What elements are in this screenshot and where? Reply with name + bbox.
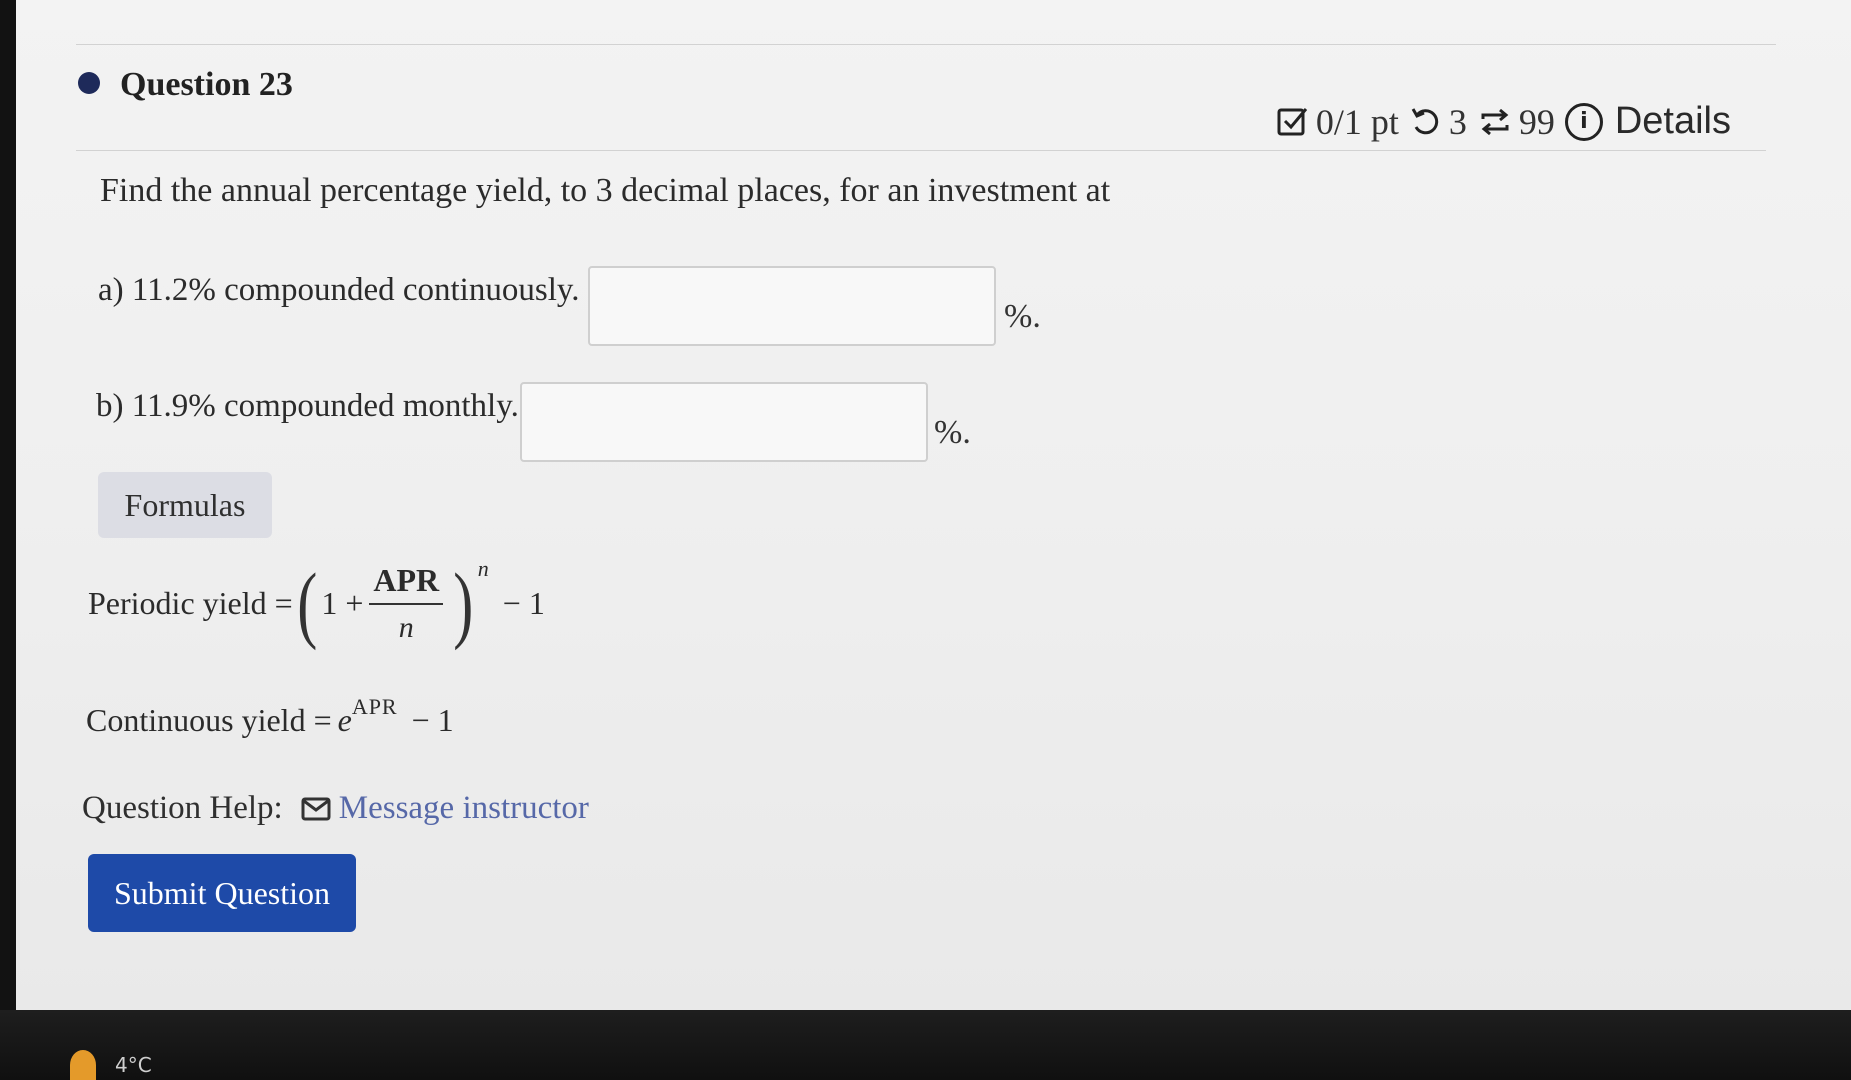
part-b-percent-suffix: %. (934, 414, 971, 451)
versions-count: 99 (1518, 101, 1555, 142)
weather-temperature[interactable]: 4°C (115, 1053, 152, 1077)
left-paren: ( (296, 555, 318, 651)
part-a-answer-input[interactable] (588, 266, 996, 346)
checkbox-edit-icon (1276, 105, 1310, 139)
part-a-label: a) 11.2% compounded continuously. (98, 272, 580, 308)
part-b-answer-input[interactable] (520, 382, 928, 462)
question-title: Question 23 (120, 66, 293, 103)
message-instructor-text: Message instructor (338, 790, 589, 826)
formulas-button[interactable]: Formulas (98, 472, 272, 538)
right-paren: ) (453, 555, 474, 651)
part-b-label: b) 11.9% compounded monthly. (96, 388, 519, 424)
question-help-label: Question Help: (82, 790, 283, 826)
periodic-yield-formula: Periodic yield = ( 1 + APR n ) n − 1 (88, 555, 545, 651)
score-group: 0/1 pt (1276, 101, 1399, 143)
info-icon: i (1564, 102, 1603, 141)
repeat-icon (1477, 105, 1513, 139)
periodic-minus-one: − 1 (502, 584, 545, 621)
question-help: Question Help: Message instructor (82, 790, 589, 827)
question-meta: 0/1 pt 3 99 i Details (1276, 100, 1731, 143)
fraction-numerator: APR (369, 562, 444, 605)
details-label: Details (1614, 100, 1731, 142)
versions-group: 99 (1477, 101, 1555, 143)
header-bottom-rule (76, 150, 1766, 151)
continuous-minus-one: − 1 (411, 702, 454, 738)
retry-icon (1409, 105, 1443, 139)
continuous-base: e (337, 702, 352, 738)
header-top-rule (76, 44, 1776, 45)
submit-question-button[interactable]: Submit Question (88, 854, 356, 932)
periodic-exponent: n (477, 556, 489, 581)
question-status-dot (78, 72, 100, 94)
continuous-yield-formula: Continuous yield = e APR − 1 (86, 694, 454, 739)
score-text: 0/1 pt (1315, 101, 1399, 142)
details-button[interactable]: i Details (1564, 100, 1731, 143)
question-prompt: Find the annual percentage yield, to 3 d… (100, 172, 1111, 209)
attempts-group: 3 (1409, 101, 1467, 143)
taskbar (0, 1010, 1851, 1080)
apr-fraction: APR n (369, 562, 444, 645)
fraction-denominator: n (398, 610, 414, 644)
browser-viewport: Question 23 0/1 pt 3 99 i Details Find t… (16, 0, 1851, 1010)
weather-icon (70, 1050, 96, 1080)
continuous-yield-label: Continuous yield = (86, 702, 332, 738)
part-a-percent-suffix: %. (1004, 298, 1041, 335)
periodic-one-plus: 1 + (321, 584, 364, 621)
periodic-yield-label: Periodic yield = (88, 584, 293, 621)
envelope-icon (301, 796, 331, 822)
message-instructor-link[interactable]: Message instructor (301, 790, 589, 827)
attempts-count: 3 (1448, 101, 1467, 142)
continuous-exponent: APR (351, 693, 398, 719)
